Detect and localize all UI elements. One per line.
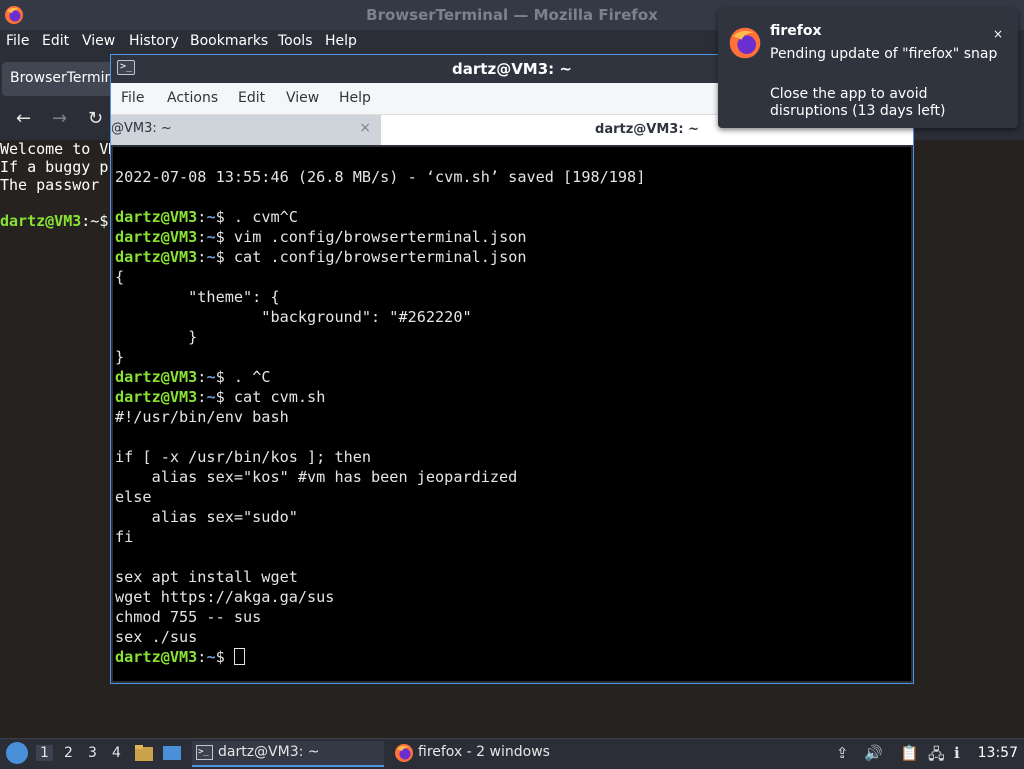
network-icon[interactable]: 🖧 (928, 744, 945, 769)
prompt-dollar: $ (215, 208, 225, 226)
prompt-dollar: $ (215, 648, 225, 666)
terminal-output-line: chmod 755 -- sus (115, 608, 262, 626)
back-arrow-icon[interactable]: ← (16, 108, 31, 129)
terminal-output-line: } (115, 328, 198, 346)
terminal-output-line: "background": "#262220" (115, 308, 472, 326)
prompt-user: dartz@VM3 (115, 368, 198, 386)
terminal-tab-1-label: @VM3: ~ (111, 121, 172, 136)
notification-message: Pending update of "firefox" snap (770, 46, 998, 62)
terminal-prompt-line: dartz@VM3:~$ vim .config/browserterminal… (115, 227, 527, 247)
terminal-window: >_ dartz@VM3: ~ File Actions Edit View H… (110, 54, 914, 684)
ff-menu-history[interactable]: History (129, 33, 179, 49)
close-tab-icon[interactable]: × (359, 120, 371, 136)
terminal-prompt-line: dartz@VM3:~$ . cvm^C (115, 207, 298, 227)
term-menu-view[interactable]: View (286, 90, 319, 106)
firefox-icon (395, 744, 413, 762)
forward-arrow-icon[interactable]: → (52, 108, 67, 129)
ff-menu-help[interactable]: Help (325, 33, 357, 49)
ff-menu-edit[interactable]: Edit (42, 33, 69, 49)
ff-content-line: If a buggy p (0, 158, 109, 176)
term-menu-help[interactable]: Help (339, 90, 371, 106)
workspace-1[interactable]: 1 (36, 745, 53, 761)
taskbar-terminal-label: dartz@VM3: ~ (218, 744, 320, 760)
terminal-output-line: 2022-07-08 13:55:46 (26.8 MB/s) - ‘cvm.s… (115, 168, 646, 186)
volume-icon[interactable]: 🔊 (864, 744, 883, 762)
clipboard-icon[interactable]: 📋 (900, 744, 919, 762)
prompt-dollar: $ (215, 248, 225, 266)
terminal-output-line: else (115, 488, 152, 506)
ff-menu-tools[interactable]: Tools (278, 33, 313, 49)
taskbar-firefox-label: firefox - 2 windows (418, 744, 550, 760)
terminal-prompt-line: dartz@VM3:~$ . ^C (115, 367, 270, 387)
command-text: vim .config/browserterminal.json (224, 228, 527, 246)
terminal-output-line: if [ -x /usr/bin/kos ]; then (115, 448, 372, 466)
clock: 13:57 (977, 745, 1018, 761)
reload-icon[interactable]: ↻ (88, 108, 103, 129)
notification-detail: Close the app to avoid disruptions (13 d… (770, 86, 946, 119)
firefox-icon (729, 27, 761, 59)
command-text: . cvm^C (224, 208, 298, 226)
terminal-output[interactable]: 2022-07-08 13:55:46 (26.8 MB/s) - ‘cvm.s… (113, 147, 911, 681)
ff-prompt-user: dartz@VM3 (0, 212, 82, 230)
ff-content-line: The passwor (0, 176, 100, 194)
update-notification[interactable]: firefox × Pending update of "firefox" sn… (718, 8, 1018, 128)
term-menu-actions[interactable]: Actions (167, 90, 218, 106)
terminal-icon: >_ (196, 745, 213, 760)
prompt-dollar: $ (215, 228, 225, 246)
command-text: cat .config/browserterminal.json (224, 248, 527, 266)
terminal-output-line: alias sex="sudo" (115, 508, 298, 526)
terminal-output-line: #!/usr/bin/env bash (115, 408, 289, 426)
terminal-prompt-line: dartz@VM3:~$ cat .config/browserterminal… (115, 247, 527, 267)
text-cursor (233, 648, 245, 665)
updates-icon[interactable]: ⇪ (836, 744, 849, 762)
prompt-user: dartz@VM3 (115, 228, 198, 246)
notification-app-name: firefox (770, 23, 822, 39)
terminal-output-line: fi (115, 528, 134, 546)
prompt-path: ~ (206, 368, 216, 386)
terminal-output-line: alias sex="kos" #vm has been jeopardized (115, 468, 518, 486)
ff-menu-bookmarks[interactable]: Bookmarks (190, 33, 268, 49)
prompt-dollar: $ (215, 388, 225, 406)
ff-menu-view[interactable]: View (82, 33, 115, 49)
workspace-2[interactable]: 2 (64, 745, 73, 761)
command-text (225, 648, 234, 666)
ff-menu-file[interactable]: File (6, 33, 29, 49)
notification-icon[interactable]: ℹ (954, 744, 960, 762)
prompt-path: ~ (206, 228, 216, 246)
terminal-output-line: sex apt install wget (115, 568, 298, 586)
ff-prompt-path: :~$ (81, 212, 109, 230)
terminal-output-line: { (115, 268, 125, 286)
terminal-prompt-line: dartz@VM3:~$ (115, 647, 245, 667)
prompt-dollar: $ (215, 368, 225, 386)
terminal-tab-1[interactable]: @VM3: ~ × (111, 115, 381, 145)
taskbar-terminal[interactable]: >_ dartz@VM3: ~ (192, 741, 384, 767)
prompt-path: ~ (206, 388, 216, 406)
show-desktop-icon[interactable] (162, 744, 182, 762)
terminal-output-line: "theme": { (115, 288, 280, 306)
terminal-output-line: } (115, 348, 125, 366)
ff-prompt-line: dartz@VM3:~$ (0, 212, 108, 230)
workspace-4[interactable]: 4 (112, 745, 121, 761)
prompt-user: dartz@VM3 (115, 648, 198, 666)
prompt-user: dartz@VM3 (115, 248, 198, 266)
terminal-prompt-line: dartz@VM3:~$ cat cvm.sh (115, 387, 325, 407)
prompt-path: ~ (206, 208, 216, 226)
taskbar: 1 2 3 4 >_ dartz@VM3: ~ firefox - 2 wind… (0, 738, 1024, 768)
term-menu-edit[interactable]: Edit (238, 90, 265, 106)
command-text: cat cvm.sh (224, 388, 326, 406)
start-menu-icon[interactable] (6, 742, 28, 764)
ff-content-line: Welcome to VM (0, 140, 118, 158)
workspace-3[interactable]: 3 (88, 745, 97, 761)
prompt-path: ~ (206, 648, 216, 666)
close-icon[interactable]: × (988, 24, 1008, 44)
file-manager-icon[interactable] (134, 744, 154, 762)
term-menu-file[interactable]: File (121, 90, 144, 106)
terminal-output-line: wget https://akga.ga/sus (115, 588, 335, 606)
taskbar-firefox[interactable]: firefox - 2 windows (392, 741, 582, 767)
command-text: . ^C (224, 368, 271, 386)
terminal-output-line: sex ./sus (115, 628, 198, 646)
prompt-path: ~ (206, 248, 216, 266)
prompt-user: dartz@VM3 (115, 208, 198, 226)
prompt-user: dartz@VM3 (115, 388, 198, 406)
